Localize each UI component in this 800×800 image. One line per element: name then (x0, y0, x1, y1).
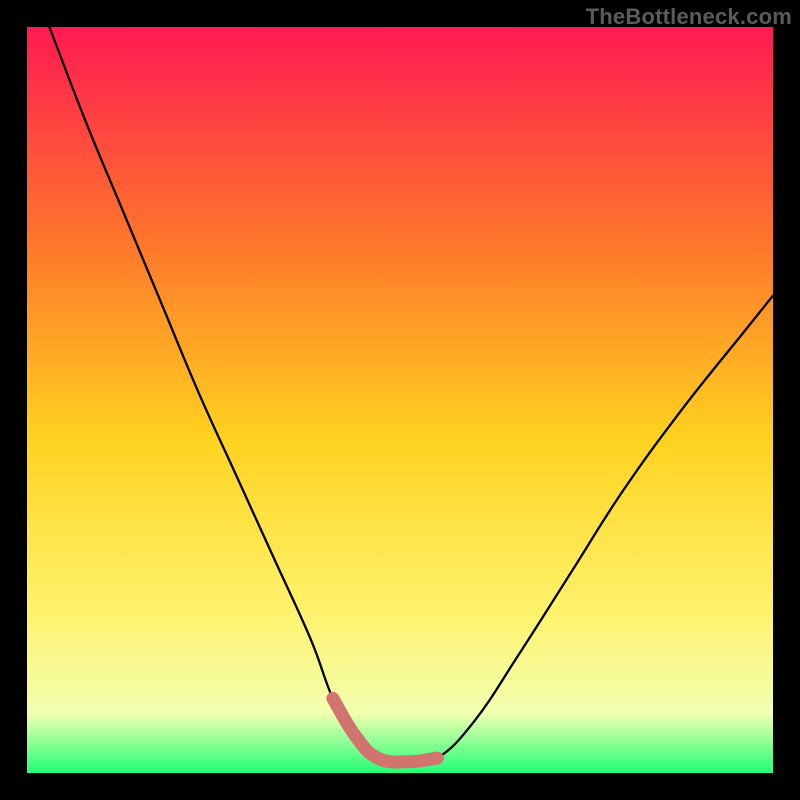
bottleneck-chart (27, 27, 773, 773)
gradient-bg (27, 27, 773, 773)
chart-frame: TheBottleneck.com (0, 0, 800, 800)
plot-area (27, 27, 773, 773)
watermark-text: TheBottleneck.com (586, 4, 792, 30)
